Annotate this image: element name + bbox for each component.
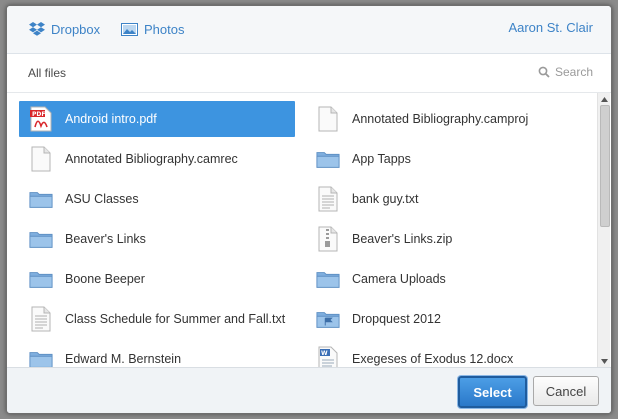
folder-icon [29, 225, 53, 253]
file-name: Camera Uploads [352, 272, 446, 286]
file-item[interactable]: Annotated Bibliography.camproj [306, 101, 582, 137]
file-item[interactable]: ASU Classes [19, 181, 295, 217]
file-name: Class Schedule for Summer and Fall.txt [65, 312, 286, 326]
text-file-icon [316, 185, 340, 213]
document-file-icon [316, 105, 340, 133]
file-name: Boone Beeper [65, 272, 145, 286]
folder-icon [29, 345, 53, 367]
file-item[interactable]: Beaver's Links.zip [306, 221, 582, 257]
search-input[interactable]: Search [555, 65, 593, 79]
svg-text:PDF: PDF [32, 111, 45, 118]
file-item[interactable]: W Exegeses of Exodus 12.docx [306, 341, 582, 367]
file-name: Beaver's Links.zip [352, 232, 453, 246]
file-item[interactable]: App Tapps [306, 141, 582, 177]
search-icon [538, 66, 550, 78]
file-item[interactable]: Class Schedule for Summer and Fall.txt [19, 301, 295, 337]
folder-icon [29, 185, 53, 213]
file-name: Android intro.pdf [65, 112, 157, 126]
file-item[interactable]: Boone Beeper [19, 261, 295, 297]
file-item[interactable]: Annotated Bibliography.camrec [19, 141, 295, 177]
location-bar: All files Search [7, 54, 611, 93]
file-name: Annotated Bibliography.camproj [352, 112, 529, 126]
header-bar: Dropbox Photos Aaron St. Clair [7, 6, 611, 54]
footer-bar: Select Cancel [7, 367, 611, 413]
folder-icon [29, 265, 53, 293]
word-document-icon: W [316, 345, 340, 367]
file-name: Edward M. Bernstein [65, 352, 182, 366]
file-name: App Tapps [352, 152, 411, 166]
scrollbar-thumb[interactable] [600, 105, 610, 227]
scroll-up-arrow-icon[interactable] [598, 93, 610, 105]
search-field[interactable]: Search [538, 65, 593, 79]
breadcrumb[interactable]: All files [28, 66, 66, 80]
tab-label: Dropbox [51, 21, 101, 37]
svg-text:W: W [321, 350, 328, 357]
file-chooser-dialog: Dropbox Photos Aaron St. Clair All files… [6, 5, 612, 414]
document-file-icon [29, 145, 53, 173]
file-item[interactable]: bank guy.txt [306, 181, 582, 217]
tab-label: Photos [144, 21, 185, 37]
tab-photos[interactable]: Photos [121, 18, 184, 40]
folder-icon [316, 145, 340, 173]
file-name: Beaver's Links [65, 232, 146, 246]
file-item[interactable]: Dropquest 2012 [306, 301, 582, 337]
file-list: PDF Android intro.pdf Annotated Bibliograp… [7, 93, 597, 367]
scrollbar[interactable] [597, 93, 610, 367]
file-name: Exegeses of Exodus 12.docx [352, 352, 514, 366]
file-item[interactable]: Beaver's Links [19, 221, 295, 257]
photos-icon [121, 22, 138, 36]
file-name: ASU Classes [65, 192, 139, 206]
text-file-icon [29, 305, 53, 333]
scroll-down-arrow-icon[interactable] [598, 355, 610, 367]
zip-file-icon [316, 225, 340, 253]
folder-icon [316, 265, 340, 293]
user-name-link[interactable]: Aaron St. Clair [508, 20, 593, 35]
file-name: bank guy.txt [352, 192, 419, 206]
file-item[interactable]: PDF Android intro.pdf [19, 101, 295, 137]
file-item[interactable]: Edward M. Bernstein [19, 341, 295, 367]
cancel-button[interactable]: Cancel [533, 376, 599, 406]
shared-folder-icon [316, 305, 340, 333]
file-item[interactable]: Camera Uploads [306, 261, 582, 297]
tab-dropbox[interactable]: Dropbox [29, 18, 100, 40]
file-name: Annotated Bibliography.camrec [65, 152, 238, 166]
pdf-file-icon: PDF [29, 105, 53, 133]
dropbox-icon [29, 22, 45, 36]
select-button[interactable]: Select [458, 376, 527, 408]
file-name: Dropquest 2012 [352, 312, 441, 326]
